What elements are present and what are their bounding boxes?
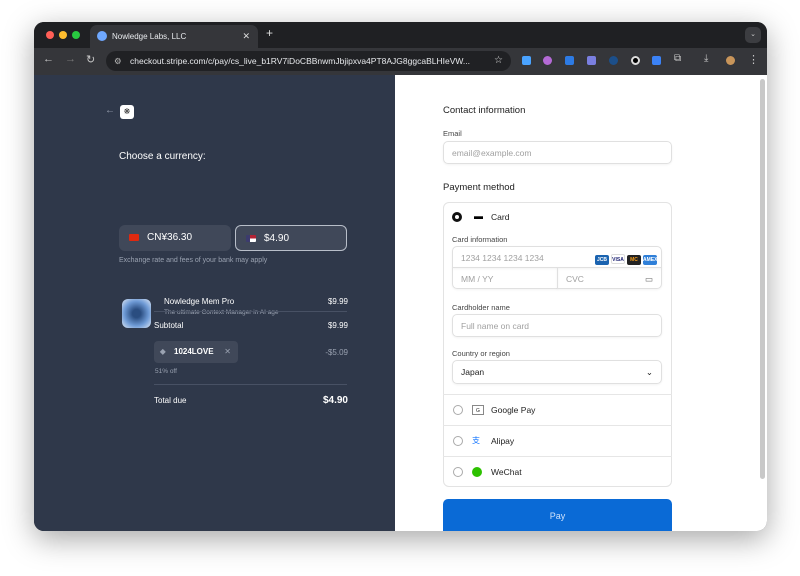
scrollbar[interactable] — [760, 79, 765, 479]
currency-option-usd[interactable]: $4.90 — [235, 225, 347, 251]
extension-icon[interactable] — [565, 56, 574, 65]
tab-title: Nowledge Labs, LLC — [112, 32, 187, 41]
close-tab-icon[interactable]: ✕ — [242, 25, 250, 48]
browser-tab[interactable]: Nowledge Labs, LLC ✕ — [90, 25, 258, 48]
card-icon: ▬ — [474, 211, 483, 221]
cardholder-label: Cardholder name — [452, 303, 510, 312]
profile-avatar[interactable] — [726, 56, 735, 65]
promo-code-chip: ⬥ 1024LOVE ✕ — [154, 341, 238, 363]
cardholder-name-field[interactable]: Full name on card — [452, 314, 662, 337]
discount-value: -$5.09 — [325, 348, 348, 357]
exchange-note: Exchange rate and fees of your bank may … — [119, 257, 268, 264]
alipay-icon: 支 — [472, 436, 480, 445]
mastercard-icon: MC — [627, 255, 641, 265]
jcb-icon: JCB — [595, 255, 609, 265]
extension-icon[interactable] — [587, 56, 596, 65]
product-image — [122, 299, 151, 328]
order-summary-panel: ← ❋ Choose a currency: CN¥36.30 $4.90 Ex… — [34, 75, 395, 531]
tab-bar: Nowledge Labs, LLC ✕ + ⌄ — [34, 22, 767, 48]
reload-button[interactable]: ↻ — [86, 53, 95, 66]
tab-search-button[interactable]: ⌄ — [745, 27, 761, 43]
amex-icon: AMEX — [643, 255, 658, 265]
china-flag-icon — [129, 234, 139, 241]
card-number-placeholder: 1234 1234 1234 1234 — [461, 253, 544, 263]
extension-icon[interactable] — [652, 56, 661, 65]
radio-button[interactable] — [453, 467, 463, 477]
wechat-icon — [472, 467, 482, 477]
visa-icon: VISA — [611, 254, 625, 264]
country-value: Japan — [461, 367, 485, 377]
google-pay-icon: G — [472, 405, 484, 415]
menu-icon[interactable]: ⋮ — [748, 53, 759, 66]
currency-option-cny[interactable]: CN¥36.30 — [119, 225, 231, 251]
product-name: Nowledge Mem Pro — [164, 297, 235, 306]
total-value: $4.90 — [322, 395, 348, 406]
url-text: checkout.stripe.com/c/pay/cs_live_b1RV7i… — [130, 56, 470, 66]
cvc-card-icon: ▭ — [644, 274, 653, 284]
chevron-down-icon: ⌄ — [645, 367, 653, 377]
new-tab-button[interactable]: + — [266, 26, 273, 40]
site-settings-icon[interactable]: ⚙ — [114, 51, 122, 71]
payment-method-heading: Payment method — [443, 182, 515, 193]
cvc-placeholder: CVC — [566, 274, 584, 284]
card-radio-selected[interactable] — [452, 212, 462, 222]
forward-button[interactable]: → — [65, 53, 76, 65]
us-flag-icon — [246, 235, 256, 242]
payment-option-alipay[interactable]: 支 Alipay — [443, 425, 672, 456]
divider — [154, 384, 347, 385]
subtotal-value: $9.99 — [327, 321, 348, 330]
card-brand-icons: JCB VISA MC AMEX — [593, 247, 657, 269]
browser-window: Nowledge Labs, LLC ✕ + ⌄ ← → ↻ ⚙ checkou… — [34, 22, 767, 531]
payment-option-google-pay[interactable]: G Google Pay — [443, 394, 672, 425]
card-number-field[interactable]: 1234 1234 1234 1234 JCB VISA MC AMEX — [452, 246, 662, 268]
extension-icon[interactable] — [543, 56, 552, 65]
email-field[interactable]: email@example.com — [443, 141, 672, 164]
bookmark-star-icon[interactable]: ☆ — [494, 51, 503, 71]
minimize-window-button[interactable] — [59, 31, 67, 39]
total-label: Total due — [154, 396, 187, 405]
back-button[interactable]: ← — [43, 53, 54, 65]
subtotal-label: Subtotal — [154, 321, 184, 330]
card-label: Card — [491, 212, 510, 222]
discount-note: 51% off — [155, 368, 177, 375]
site-favicon-icon — [97, 31, 107, 41]
radio-button[interactable] — [453, 436, 463, 446]
radio-button[interactable] — [453, 405, 463, 415]
remove-promo-icon[interactable]: ✕ — [224, 341, 231, 363]
divider — [154, 311, 347, 312]
close-window-button[interactable] — [46, 31, 54, 39]
extension-icon[interactable] — [631, 56, 640, 65]
back-arrow-icon[interactable]: ← — [105, 105, 115, 116]
cvc-field[interactable]: CVC ▭ — [557, 267, 662, 289]
extension-icon[interactable] — [609, 56, 618, 65]
method-label: Google Pay — [491, 405, 536, 415]
extensions-puzzle-icon[interactable]: ⧉ — [674, 53, 681, 64]
email-label: Email — [443, 129, 462, 138]
product-price: $9.99 — [327, 297, 348, 306]
expiry-field[interactable]: MM / YY — [452, 267, 558, 289]
payment-form-panel: Contact information Email email@example.… — [395, 75, 767, 531]
pay-button[interactable]: Pay — [443, 499, 672, 531]
zoom-window-button[interactable] — [72, 31, 80, 39]
promo-code: 1024LOVE — [174, 347, 214, 356]
currency-label: $4.90 — [264, 233, 290, 244]
tag-icon: ⬥ — [160, 347, 166, 356]
address-bar[interactable]: ⚙ checkout.stripe.com/c/pay/cs_live_b1RV… — [106, 51, 511, 71]
country-select[interactable]: Japan ⌄ — [452, 360, 662, 384]
payment-option-wechat[interactable]: WeChat — [443, 456, 672, 487]
card-info-label: Card information — [452, 235, 508, 244]
merchant-logo[interactable]: ❋ — [120, 105, 134, 119]
method-label: WeChat — [491, 467, 522, 477]
toolbar: ← → ↻ ⚙ checkout.stripe.com/c/pay/cs_liv… — [34, 48, 767, 75]
contact-heading: Contact information — [443, 105, 526, 116]
extension-icon[interactable] — [522, 56, 531, 65]
download-icon[interactable]: ⤓ — [704, 53, 708, 64]
currency-heading: Choose a currency: — [119, 151, 206, 162]
method-label: Alipay — [491, 436, 515, 446]
country-label: Country or region — [452, 349, 510, 358]
currency-label: CN¥36.30 — [147, 232, 193, 243]
